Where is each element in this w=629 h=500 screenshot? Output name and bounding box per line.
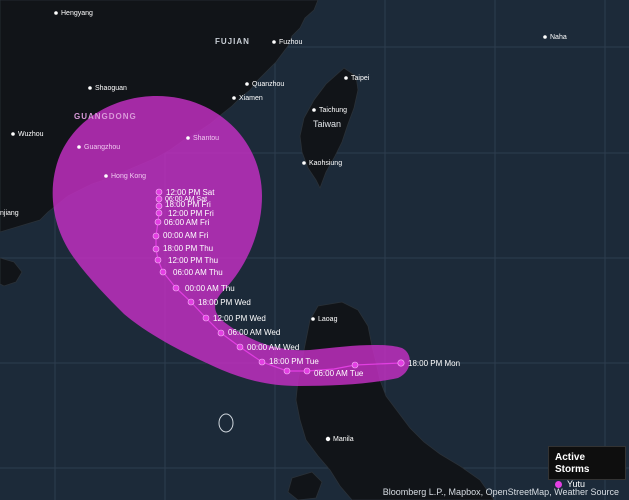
storm-map[interactable]: FUJIAN GUANGDONG Taiwan Hengyang Fuzhou … — [0, 0, 629, 500]
city-dot-naha — [543, 35, 547, 39]
region-guangdong: GUANGDONG — [74, 112, 137, 121]
city-hengyang: Hengyang — [61, 10, 93, 17]
label-tue-18: 18:00 PM Tue — [269, 357, 319, 366]
label-thu-06: 06:00 AM Thu — [173, 268, 223, 277]
city-zhanjiang-partial: njiang — [0, 210, 19, 217]
city-laoag: Laoag — [318, 316, 338, 323]
city-dot-hong-kong — [104, 174, 108, 178]
legend-title: Active Storms — [555, 452, 590, 475]
point-thu-06[interactable] — [159, 268, 167, 276]
city-guangzhou: Guangzhou — [84, 144, 120, 151]
label-sat-06: 06:00 AM Sat — [165, 196, 207, 203]
label-fri-06: 06:00 AM Fri — [164, 218, 210, 227]
point-wed-18[interactable] — [187, 298, 195, 306]
city-dot-quanzhou — [245, 82, 249, 86]
city-shaoguan: Shaoguan — [95, 85, 127, 92]
city-dot-kaohsiung — [302, 161, 306, 165]
point-wed-12[interactable] — [202, 314, 210, 322]
city-dot-shaoguan — [88, 86, 92, 90]
active-storms-legend: Active Storms Yutu — [548, 446, 626, 489]
city-wuzhou: Wuzhou — [18, 131, 44, 138]
point-mon-18[interactable] — [397, 359, 405, 367]
point-tue-12[interactable] — [283, 367, 291, 375]
label-wed-12: 12:00 PM Wed — [213, 314, 266, 323]
city-dot-laoag — [311, 317, 315, 321]
city-dot-taipei — [344, 76, 348, 80]
point-fri-06[interactable] — [154, 218, 162, 226]
point-sat-06[interactable] — [155, 195, 163, 203]
city-taipei: Taipei — [351, 75, 370, 82]
region-taiwan: Taiwan — [313, 119, 341, 129]
city-taichung: Taichung — [319, 107, 347, 114]
point-fri-18[interactable] — [155, 202, 163, 210]
city-hong-kong: Hong Kong — [111, 173, 146, 180]
point-thu-18[interactable] — [152, 245, 160, 253]
point-fri-12[interactable] — [155, 209, 163, 217]
label-wed-18: 18:00 PM Wed — [198, 298, 251, 307]
city-fuzhou: Fuzhou — [279, 39, 302, 46]
label-thu-00: 00:00 AM Thu — [185, 284, 235, 293]
point-thu-12[interactable] — [154, 256, 162, 264]
label-mon-18: 18:00 PM Mon — [408, 359, 460, 368]
label-thu-18: 18:00 PM Thu — [163, 244, 213, 253]
point-wed-06[interactable] — [217, 329, 225, 337]
city-dot-manila — [325, 436, 331, 442]
city-kaohsiung: Kaohsiung — [309, 160, 342, 167]
city-xiamen: Xiamen — [239, 95, 263, 102]
city-dot-taichung — [312, 108, 316, 112]
label-wed-00: 00:00 AM Wed — [247, 343, 299, 352]
label-sat-12: 12:00 PM Sat — [166, 188, 215, 197]
city-shantou: Shantou — [193, 135, 219, 142]
point-fri-00[interactable] — [152, 232, 160, 240]
point-mon-tue-mid[interactable] — [351, 361, 359, 369]
city-dot-fuzhou — [272, 40, 276, 44]
city-dot-hengyang — [54, 11, 58, 15]
point-wed-00[interactable] — [236, 343, 244, 351]
city-dot-shantou — [186, 136, 190, 140]
region-fujian: FUJIAN — [215, 37, 250, 46]
label-tue-06: 06:00 AM Tue — [314, 369, 364, 378]
label-thu-12: 12:00 PM Thu — [168, 256, 218, 265]
city-dot-xiamen — [232, 96, 236, 100]
point-tue-06[interactable] — [303, 367, 311, 375]
label-fri-00: 00:00 AM Fri — [163, 231, 209, 240]
point-tue-18[interactable] — [258, 358, 266, 366]
map-attribution: Bloomberg L.P., Mapbox, OpenStreetMap, W… — [382, 487, 619, 497]
city-quanzhou: Quanzhou — [252, 81, 284, 88]
city-naha: Naha — [550, 34, 567, 41]
city-dot-guangzhou — [77, 145, 81, 149]
city-dot-wuzhou — [11, 132, 15, 136]
label-fri-12: 12:00 PM Fri — [168, 209, 214, 218]
point-sat-12[interactable] — [155, 188, 163, 196]
point-thu-00[interactable] — [172, 284, 180, 292]
label-wed-06: 06:00 AM Wed — [228, 328, 280, 337]
city-manila: Manila — [333, 436, 354, 443]
map-canvas: FUJIAN GUANGDONG Taiwan Hengyang Fuzhou … — [0, 0, 629, 500]
